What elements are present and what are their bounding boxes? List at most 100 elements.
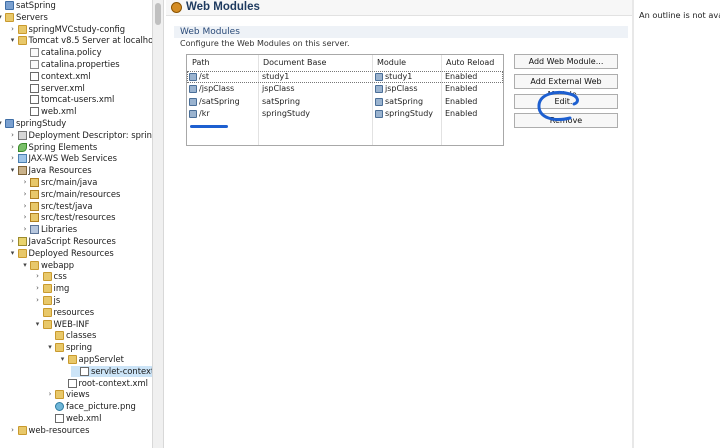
cell-document-base: jspClass [262, 83, 295, 95]
tree-item[interactable]: › src/test/java [21, 201, 93, 212]
folder-icon [67, 355, 77, 364]
tree-item[interactable]: web.xml [46, 413, 101, 424]
project-icon [5, 119, 14, 128]
expanded-twisty-icon[interactable]: ▾ [59, 354, 67, 365]
collapsed-twisty-icon[interactable]: › [34, 271, 42, 282]
collapsed-twisty-icon[interactable]: › [9, 236, 17, 247]
cell-path-text: /satSpring [199, 96, 240, 106]
section-title[interactable]: Web Modules [180, 26, 240, 38]
package-folder-icon [30, 201, 39, 211]
collapsed-twisty-icon[interactable]: › [21, 189, 29, 200]
collapsed-twisty-icon[interactable]: › [9, 142, 17, 153]
tree-item-label: src/main/resources [41, 188, 121, 199]
tree-item[interactable]: face_picture.png [46, 401, 136, 412]
expanded-twisty-icon[interactable]: ▾ [0, 118, 4, 129]
tree-item[interactable]: › views [46, 389, 90, 400]
tree-item-label: Java Resources [28, 165, 92, 176]
collapsed-twisty-icon[interactable]: › [21, 201, 29, 212]
collapsed-twisty-icon[interactable]: › [34, 295, 42, 306]
tree-item[interactable]: ▾ Deployed Resources [9, 248, 114, 259]
tree-item[interactable]: › JavaScript Resources [9, 236, 116, 247]
table-row[interactable]: /satSpring satSpring satSpring Enabled [187, 96, 503, 108]
tree-item[interactable]: ▾ Java Resources [9, 165, 92, 176]
collapsed-twisty-icon[interactable]: › [46, 389, 54, 400]
tree-item-label: appServlet [78, 354, 124, 364]
table-row[interactable]: /kr springStudy springStudy Enabled [187, 108, 503, 120]
cell-document-base: springStudy [262, 108, 310, 120]
tree-item[interactable]: ▾ WEB-INF [34, 319, 89, 330]
tree-item[interactable]: ▾ springStudy [0, 118, 66, 129]
column-header-module[interactable]: Module [377, 55, 406, 70]
column-header-document-base[interactable]: Document Base [263, 55, 326, 70]
tree-item[interactable]: root-context.xml [59, 378, 148, 389]
collapsed-twisty-icon[interactable]: › [9, 153, 17, 164]
cell-auto-reload-text: Enabled [445, 96, 478, 106]
web-modules-table[interactable]: Path Document Base Module Auto Reload /s… [186, 54, 504, 146]
tree-item[interactable]: › web-resources [9, 425, 89, 436]
collapsed-twisty-icon[interactable]: › [9, 130, 17, 141]
tree-item[interactable]: servlet-context.xml [71, 365, 152, 377]
tree-item-label: Tomcat v8.5 Server at localhost-config [28, 35, 153, 46]
tree-item[interactable]: catalina.properties [21, 59, 120, 70]
tree-item[interactable]: satSpring [0, 0, 56, 11]
column-header-auto-reload[interactable]: Auto Reload [446, 55, 494, 70]
tree-item[interactable]: ▾ spring [46, 342, 92, 353]
expanded-twisty-icon[interactable]: ▾ [9, 165, 17, 176]
cell-path-text: /st [199, 72, 209, 81]
expanded-twisty-icon[interactable]: ▾ [21, 260, 29, 271]
tree-item[interactable]: web.xml [21, 106, 76, 117]
add-web-module-button[interactable]: Add Web Module... [514, 54, 618, 69]
tree-item[interactable]: › src/test/resources [21, 212, 116, 223]
collapsed-twisty-icon[interactable]: › [9, 24, 17, 35]
tree-item[interactable]: ▾ appServlet [59, 354, 124, 365]
tree-item[interactable]: classes [46, 330, 96, 341]
tree-item[interactable]: › springMVCstudy-config [9, 24, 125, 35]
cell-document-base-text: satSpring [262, 96, 301, 106]
table-row[interactable]: /jspClass jspClass jspClass Enabled [187, 83, 503, 95]
tree-item[interactable]: › css [34, 271, 67, 282]
collapsed-twisty-icon[interactable]: › [21, 177, 29, 188]
tree-item[interactable]: › Spring Elements [9, 142, 97, 153]
tree-item[interactable]: resources [34, 307, 94, 318]
folder-icon [42, 284, 52, 294]
cell-path: /st [189, 71, 209, 83]
explorer-scrollbar[interactable] [152, 0, 164, 448]
cell-module: jspClass [375, 83, 418, 95]
section-header[interactable] [174, 26, 628, 38]
add-external-web-module-button[interactable]: Add External Web Module... [514, 74, 618, 99]
tree-item[interactable]: › Deployment Descriptor: springStudy [9, 130, 152, 141]
table-row[interactable]: /st study1 study1 Enabled [187, 71, 503, 83]
collapsed-twisty-icon[interactable]: › [34, 283, 42, 294]
tree-item[interactable]: › img [34, 283, 70, 294]
tree-item-label: views [66, 389, 90, 400]
xml-file-icon [30, 71, 39, 81]
expanded-twisty-icon[interactable]: ▾ [34, 319, 42, 330]
expanded-twisty-icon[interactable]: ▾ [9, 35, 17, 46]
tree-item[interactable]: › JAX-WS Web Services [9, 153, 117, 164]
web-module-icon [189, 109, 197, 118]
cell-module: satSpring [375, 96, 423, 108]
expanded-twisty-icon[interactable]: ▾ [46, 342, 54, 353]
tree-item[interactable]: › src/main/resources [21, 189, 120, 200]
expanded-twisty-icon[interactable]: ▾ [0, 12, 4, 23]
cell-auto-reload: Enabled [445, 108, 477, 120]
tree-item[interactable]: ▾ webapp [21, 260, 74, 271]
tree-item[interactable]: › Libraries [21, 224, 77, 235]
folder-icon [42, 307, 52, 317]
column-header-path[interactable]: Path [192, 55, 210, 70]
tree-item-label: tomcat-users.xml [41, 94, 115, 105]
tree-item[interactable]: ▾ Servers [0, 12, 48, 23]
tree-item[interactable]: ▾ Tomcat v8.5 Server at localhost-config [9, 35, 153, 46]
tree-item[interactable]: tomcat-users.xml [21, 94, 114, 105]
tree-item[interactable]: › js [34, 295, 60, 306]
expanded-twisty-icon[interactable]: ▾ [9, 248, 17, 259]
collapsed-twisty-icon[interactable]: › [9, 425, 17, 436]
tree-item[interactable]: › src/main/java [21, 177, 97, 188]
tree-item-label: img [53, 283, 70, 294]
collapsed-twisty-icon[interactable]: › [21, 212, 29, 223]
scroll-thumb[interactable] [155, 3, 161, 25]
tree-item[interactable]: catalina.policy [21, 47, 102, 58]
tree-item[interactable]: server.xml [21, 83, 85, 94]
tree-item[interactable]: context.xml [21, 71, 91, 82]
collapsed-twisty-icon[interactable]: › [21, 224, 29, 235]
